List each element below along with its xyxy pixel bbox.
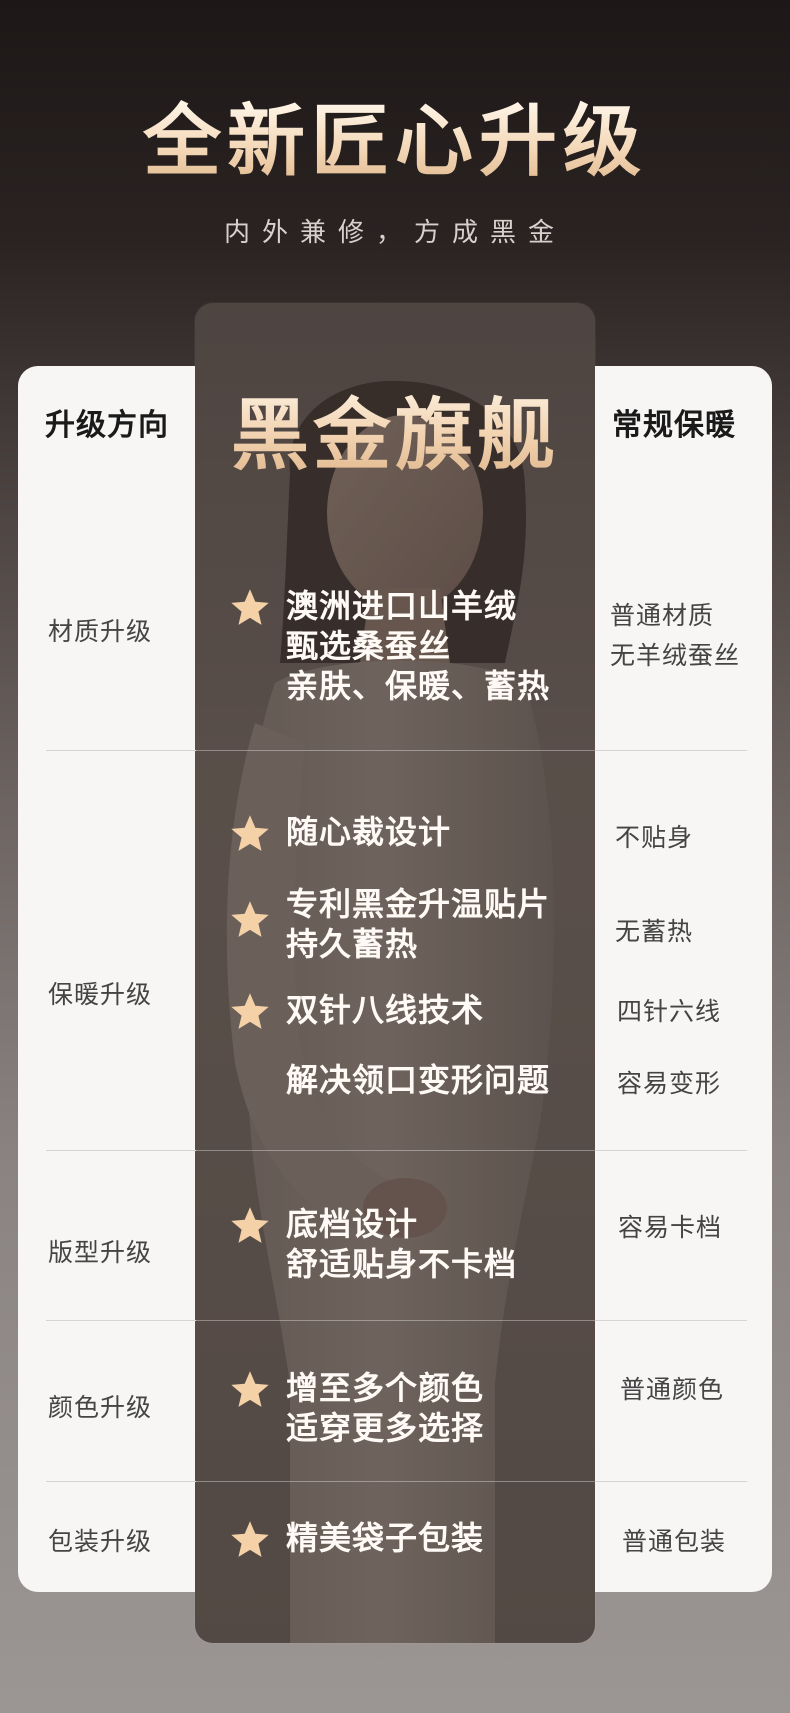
featured-column-title: 黑金旗舰: [195, 373, 595, 485]
star-icon: [231, 1207, 269, 1243]
feature-warmth-4: 解决领口变形问题: [228, 1060, 550, 1104]
feature-warmth-3: 双针八线技术: [228, 990, 484, 1034]
row-divider: [595, 1150, 747, 1151]
row-divider: [195, 1320, 595, 1321]
star-icon: [231, 901, 269, 937]
standard-packaging: 普通包装: [622, 1527, 727, 1556]
row-divider: [195, 1150, 595, 1151]
standard-warmth-2: 无蓄热: [615, 917, 694, 946]
feature-line: 舒适贴身不卡档: [286, 1245, 518, 1283]
standard-warmth-1: 不贴身: [615, 823, 694, 852]
row-label-fit: 版型升级: [48, 1238, 153, 1267]
feature-warmth-1: 随心裁设计: [228, 812, 451, 856]
star-icon: [231, 589, 269, 625]
subheadline: 内外兼修，方成黑金: [223, 218, 566, 248]
standard-line: 普通材质: [610, 601, 715, 630]
standard-material-text: 普通材质 无羊绒蚕丝: [610, 596, 740, 676]
feature-line: 持久蓄热: [286, 925, 419, 963]
row-label-color: 颜色升级: [48, 1393, 153, 1422]
row-label-packaging: 包装升级: [48, 1527, 153, 1556]
row-divider: [195, 750, 595, 751]
star-icon: [231, 1371, 269, 1407]
feature-line: 随心裁设计: [286, 813, 452, 851]
row-label-material: 材质升级: [48, 617, 153, 646]
row-divider: [595, 1481, 747, 1482]
feature-line: 精美袋子包装: [286, 1519, 485, 1557]
star-placeholder: [228, 1060, 272, 1104]
feature-line: 专利黑金升温贴片: [286, 885, 551, 923]
feature-line: 解决领口变形问题: [286, 1061, 551, 1099]
row-divider: [195, 1481, 595, 1482]
row-divider: [46, 1481, 196, 1482]
feature-line: 底档设计: [286, 1205, 419, 1243]
comparison-poster: 全新匠心升级 内外兼修，方成黑金 黑金旗舰 升级方向 常规保暖 材质升级 澳洲进…: [0, 0, 790, 1713]
feature-line: 增至多个颜色: [286, 1369, 485, 1407]
feature-line: 亲肤、保暖、蓄热: [286, 667, 551, 705]
feature-line: 甄选桑蚕丝: [286, 627, 452, 665]
star-icon: [231, 815, 269, 851]
row-divider: [46, 1320, 196, 1321]
row-label-warmth: 保暖升级: [48, 980, 153, 1009]
standard-column-header: 常规保暖: [612, 408, 736, 443]
standard-warmth-3: 四针六线: [617, 997, 722, 1026]
feature-color: 增至多个颜色 适穿更多选择: [228, 1368, 484, 1448]
feature-fit: 底档设计 舒适贴身不卡档: [228, 1204, 517, 1284]
feature-line: 澳洲进口山羊绒: [286, 587, 518, 625]
star-icon: [231, 1521, 269, 1557]
standard-warmth-4: 容易变形: [617, 1069, 722, 1098]
row-divider: [46, 1150, 196, 1151]
feature-line: 双针八线技术: [286, 991, 485, 1029]
row-divider: [595, 750, 747, 751]
row-divider: [595, 1320, 747, 1321]
row-divider: [46, 750, 196, 751]
headline: 全新匠心升级: [0, 99, 790, 186]
feature-material: 澳洲进口山羊绒 甄选桑蚕丝 亲肤、保暖、蓄热: [228, 586, 550, 706]
standard-color: 普通颜色: [620, 1375, 725, 1404]
standard-line: 无羊绒蚕丝: [610, 641, 741, 670]
feature-warmth-2: 专利黑金升温贴片 持久蓄热: [228, 884, 550, 964]
feature-packaging: 精美袋子包装: [228, 1518, 484, 1562]
feature-line: 适穿更多选择: [286, 1409, 485, 1447]
dimension-column-header: 升级方向: [45, 408, 169, 443]
star-icon: [231, 993, 269, 1029]
standard-fit: 容易卡档: [618, 1213, 723, 1242]
